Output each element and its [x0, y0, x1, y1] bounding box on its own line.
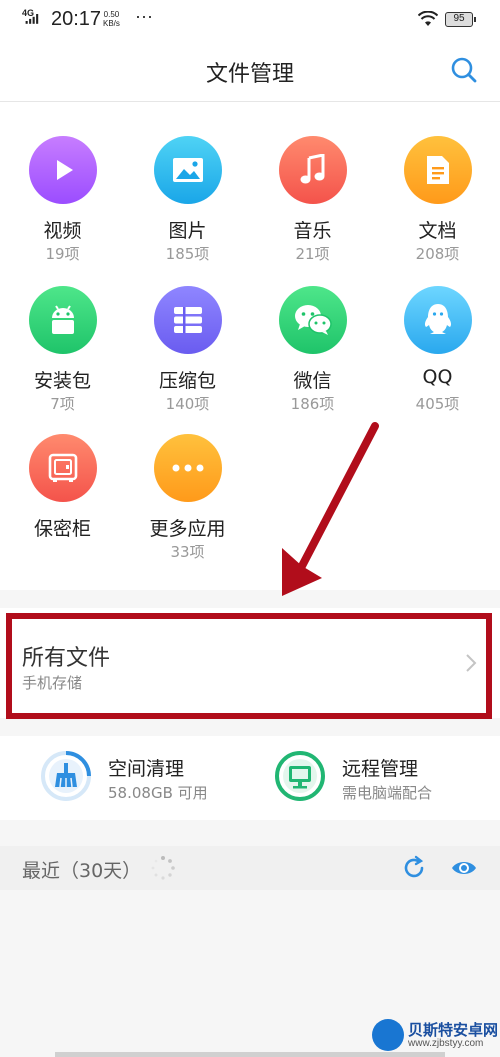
category-qq[interactable]: QQ 405项	[375, 286, 500, 413]
document-icon	[403, 136, 472, 204]
title-bar: 文件管理	[0, 40, 500, 102]
wifi-icon	[418, 11, 438, 26]
chevron-right-icon	[466, 654, 477, 672]
category-safe[interactable]: 保密柜	[0, 434, 125, 561]
space-cleanup-button[interactable]: 空间清理 58.08GB 可用	[40, 750, 240, 806]
network-speed: 0.50 KB/s	[103, 10, 120, 28]
category-archives[interactable]: 压缩包 140项	[125, 286, 250, 413]
status-bar: 4G 20:17 0.50 KB/s ··· 95	[0, 0, 500, 40]
clock: 20:17	[51, 8, 102, 30]
page-title: 文件管理	[205, 62, 294, 87]
archive-icon	[153, 286, 222, 354]
category-documents[interactable]: 文档 208项	[375, 136, 500, 263]
image-icon	[153, 136, 222, 204]
all-files-subtitle: 手机存储	[22, 674, 83, 692]
more-dots-icon	[153, 434, 222, 502]
qq-penguin-icon	[403, 286, 472, 354]
all-files-title: 所有文件	[22, 646, 111, 671]
music-note-icon	[278, 136, 347, 204]
category-apk[interactable]: 安装包 7项	[0, 286, 125, 413]
wechat-icon	[278, 286, 347, 354]
broom-icon	[41, 751, 91, 801]
category-music[interactable]: 音乐 21项	[250, 136, 375, 263]
category-grid: 视频 19项 图片 185项 音乐 21项 文档 208项 安装包 7项 压缩包…	[0, 102, 500, 590]
remote-management-button[interactable]: 远程管理 需电脑端配合	[274, 750, 484, 806]
watermark-robot-icon	[372, 1019, 404, 1051]
monitor-icon	[275, 751, 325, 801]
signal-icon	[25, 14, 39, 24]
loading-spinner-icon	[151, 856, 175, 880]
category-wechat[interactable]: 微信 186项	[250, 286, 375, 413]
recent-title: 最近（30天）	[22, 860, 142, 882]
tools-row: 空间清理 58.08GB 可用 远程管理 需电脑端配合	[0, 736, 500, 820]
category-images[interactable]: 图片 185项	[125, 136, 250, 263]
search-icon[interactable]	[448, 54, 480, 86]
category-video[interactable]: 视频 19项	[0, 136, 125, 263]
android-icon	[28, 286, 97, 354]
watermark-logo: 贝斯特安卓网 www.zjbstyy.com	[372, 1017, 500, 1057]
all-files-row[interactable]: 所有文件 手机存储	[0, 608, 500, 718]
more-notifications-icon: ···	[135, 6, 153, 26]
eye-icon[interactable]	[450, 857, 478, 879]
safe-icon	[28, 434, 97, 502]
refresh-icon[interactable]	[401, 855, 427, 881]
play-icon	[28, 136, 97, 204]
battery-indicator: 95	[445, 12, 476, 27]
recent-header: 最近（30天）	[0, 846, 500, 890]
category-more-apps[interactable]: 更多应用 33项	[125, 434, 250, 561]
